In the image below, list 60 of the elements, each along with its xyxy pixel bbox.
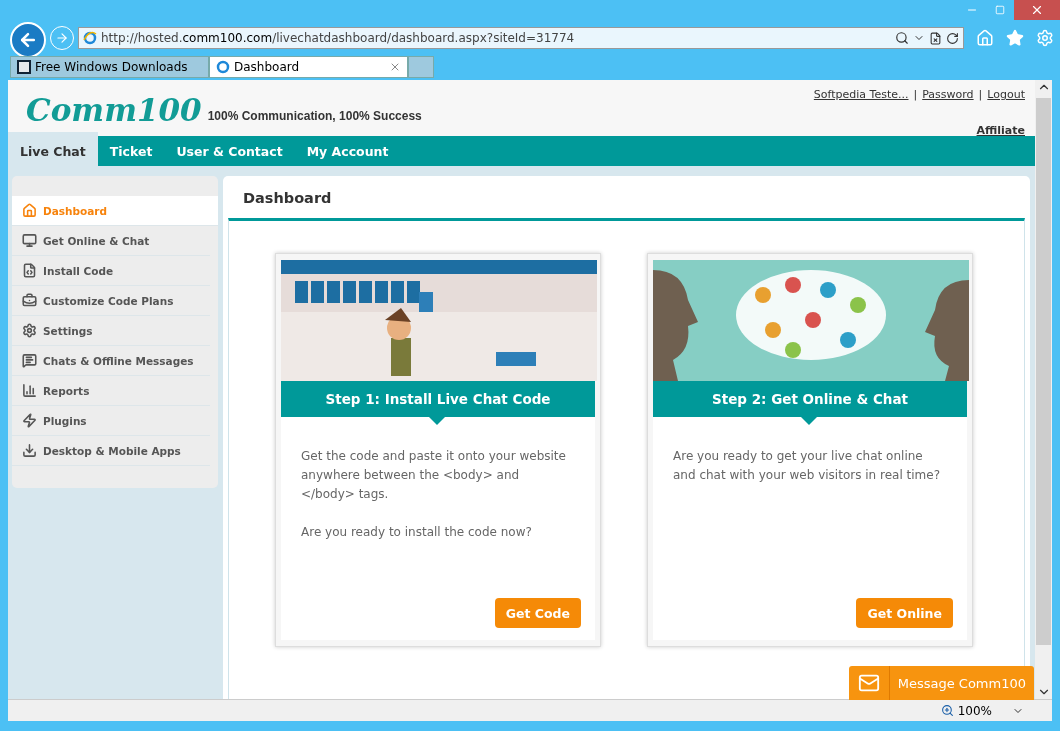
menu-icon xyxy=(22,323,37,338)
page-title: Dashboard xyxy=(242,189,333,208)
settings-icon[interactable] xyxy=(1036,29,1054,47)
nav-tab[interactable]: Live Chat xyxy=(8,132,98,166)
menu-icon xyxy=(22,233,37,248)
affiliate-link[interactable]: Affiliate xyxy=(976,124,1025,137)
new-tab-button[interactable] xyxy=(408,56,434,78)
broken-page-icon[interactable] xyxy=(929,31,942,45)
close-button[interactable] xyxy=(1014,0,1060,20)
step-description: Are you ready to install the code now? xyxy=(301,524,533,541)
nav-tab[interactable]: User & Contact xyxy=(164,136,295,166)
menu-icon xyxy=(22,203,37,218)
menu-icon xyxy=(22,413,37,428)
search-icon[interactable] xyxy=(895,31,909,45)
account-link[interactable]: Softpedia Teste... xyxy=(813,88,909,101)
sidebar-item[interactable]: Chats & Offline Messages xyxy=(12,346,210,376)
step-description: Get the code and paste it onto your website anywhere between the <body> and </body> tags. xyxy=(301,448,567,503)
scrollbar-thumb[interactable] xyxy=(1036,98,1051,645)
forward-arrow-icon xyxy=(55,31,69,45)
browser-tab[interactable]: Free Windows Downloads xyxy=(10,56,209,78)
account-link[interactable]: Password xyxy=(922,88,974,101)
close-icon xyxy=(1030,3,1044,17)
sidebar-item[interactable]: Plugins xyxy=(12,406,210,436)
sidebar-item[interactable]: Install Code xyxy=(12,256,210,286)
step-description: Are you ready to get your live chat online and chat with your web visitors in real time? xyxy=(673,448,942,484)
ribbon-pointer xyxy=(429,417,445,425)
sidebar-item[interactable]: Settings xyxy=(12,316,210,346)
url-text: http://hosted.comm100.com/livechatdashboard/dashboard.aspx?siteId=31774 xyxy=(101,31,576,45)
nav-tab[interactable]: Ticket xyxy=(97,136,165,166)
menu-icon xyxy=(22,383,37,398)
maximize-icon xyxy=(995,5,1005,15)
tagline: 100% Communication, 100% Success xyxy=(207,109,422,123)
account-link[interactable]: Logout xyxy=(987,88,1025,101)
zoom-level[interactable]: 100% xyxy=(957,703,992,718)
separator: | xyxy=(978,88,983,101)
zoom-icon xyxy=(940,704,954,717)
home-icon[interactable] xyxy=(976,29,994,47)
address-bar[interactable]: http://hosted.comm100.com/livechatdashboard/dashboard.aspx?siteId=31774 xyxy=(78,27,964,49)
ribbon-pointer xyxy=(801,417,817,425)
close-tab-icon[interactable] xyxy=(389,61,401,73)
menu-icon xyxy=(22,263,37,278)
refresh-icon[interactable] xyxy=(946,31,959,45)
menu-icon xyxy=(22,443,37,458)
site-logo-icon xyxy=(17,60,31,74)
logo: Comm100 xyxy=(26,92,202,128)
separator: | xyxy=(913,88,918,101)
step-title: Step 2: Get Online & Chat xyxy=(653,381,967,417)
browser-logo-icon xyxy=(216,60,230,74)
sidebar-item[interactable]: Get Online & Chat xyxy=(12,226,210,256)
sidebar-item[interactable]: Reports xyxy=(12,376,210,406)
star-icon[interactable] xyxy=(1006,29,1024,47)
back-button[interactable] xyxy=(10,22,46,58)
browser-tab[interactable]: Dashboard xyxy=(209,56,408,78)
browser-logo-icon xyxy=(83,31,97,45)
menu-icon xyxy=(22,353,37,368)
sidebar-item[interactable]: Customize Code Plans xyxy=(12,286,210,316)
sidebar-item[interactable]: Desktop & Mobile Apps xyxy=(12,436,210,466)
step-title: Step 1: Install Live Chat Code xyxy=(281,381,595,417)
menu-icon xyxy=(22,293,37,308)
nav-tab[interactable]: My Account xyxy=(294,136,401,166)
